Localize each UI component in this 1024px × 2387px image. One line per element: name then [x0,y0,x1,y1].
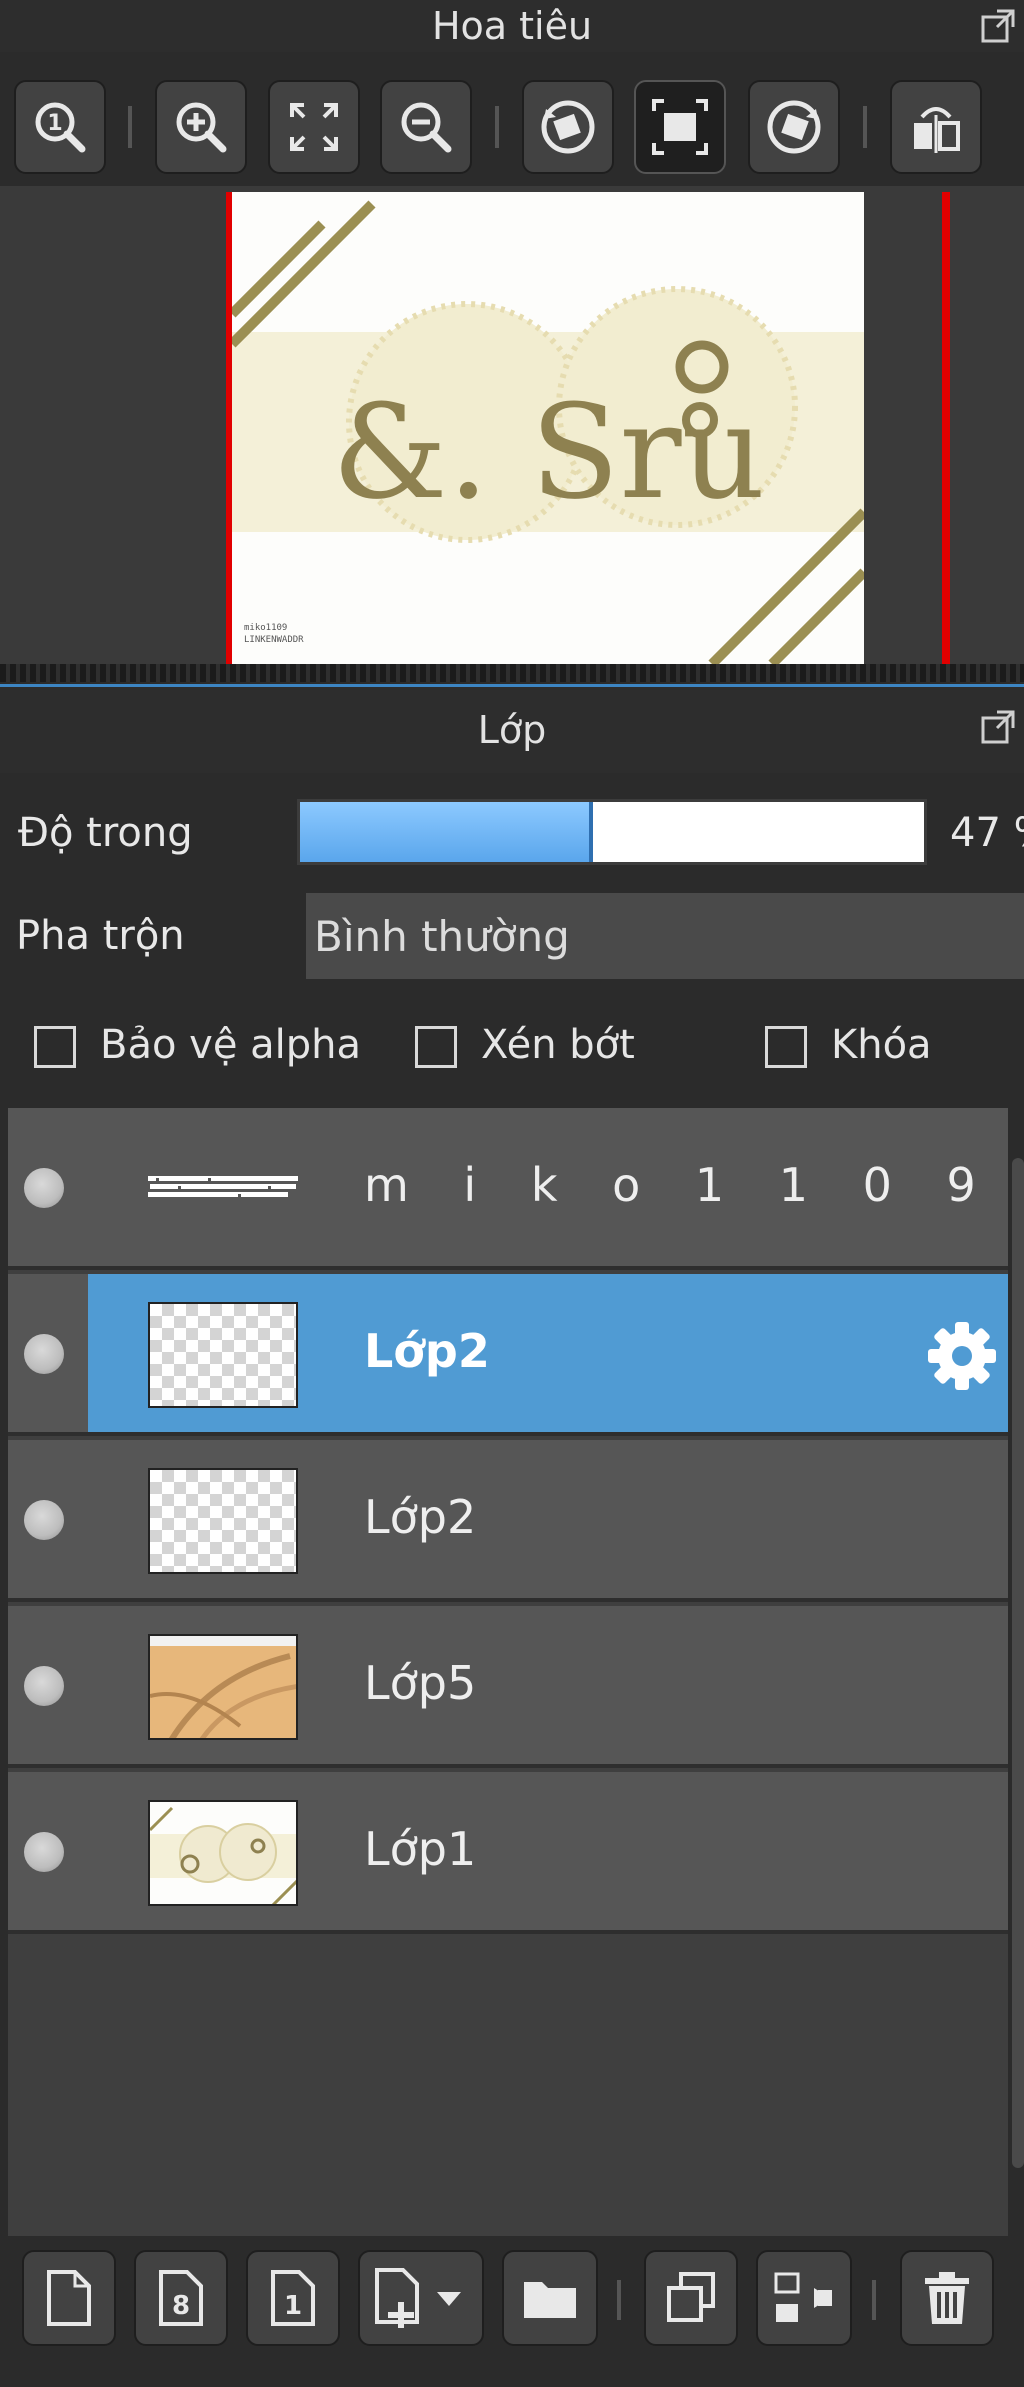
canvas-artwork: &. Sru miko1109 LINKENWADDR [232,192,864,664]
frame-icon [652,99,708,155]
layer-thumbnail [148,1800,298,1906]
opacity-slider-fill [300,802,594,862]
protect-alpha-label: Bảo vệ alpha [100,1022,362,1068]
layer-name[interactable]: m i k o 1 1 0 9 [364,1158,996,1212]
opacity-value: 47 % [950,810,1024,856]
layer-row[interactable]: Lớp1 [8,1772,1008,1934]
layer-list-scrollbar[interactable] [1012,1158,1024,2168]
layer-thumbnail [148,1136,298,1242]
svg-text:1: 1 [47,111,62,136]
toolbar-separator [128,106,132,148]
layer-list: m i k o 1 1 0 9 Lớp2 Lớp2 Lớp5 Lớp1 [8,1108,1008,2236]
layer-thumbnail [148,1468,298,1574]
rotate-right-icon [767,100,821,154]
layers-title: Lớp [477,708,547,752]
navigator-title: Hoa tiêu [431,4,593,48]
rotate-right-button[interactable] [748,80,840,174]
zoom-out-button[interactable] [380,80,472,174]
canvas-title-text: &. Sru [332,376,765,528]
layer-thumbnail [148,1302,298,1408]
toolbar-separator [617,2280,621,2320]
layer-row[interactable]: Lớp5 [8,1606,1008,1768]
zoom-in-icon [176,102,227,153]
canvas-edge-right [942,192,950,664]
layer-row-selected[interactable]: Lớp2 [8,1274,1008,1436]
add-layer-menu-button[interactable] [358,2250,484,2346]
canvas-caption-2: LINKENWADDR [244,635,304,645]
visibility-toggle-icon[interactable] [24,1832,64,1872]
navigator-toolbar [0,52,1024,186]
opacity-slider[interactable] [297,799,927,865]
svg-text:1: 1 [284,2291,302,2321]
text-layer-thumb-icon [148,1176,298,1197]
reset-view-button[interactable] [634,80,726,174]
artwork-thumb-icon [150,1802,296,1904]
layer-name[interactable]: Lớp1 [364,1822,476,1876]
rotate-left-button[interactable] [522,80,614,174]
gear-icon[interactable] [924,1318,1000,1394]
merge-icon [774,2272,832,2322]
blend-mode-label: Pha trộn [16,913,185,959]
new-1bit-layer-button[interactable]: 1 [246,2250,340,2346]
merge-down-button[interactable] [756,2250,852,2346]
visibility-toggle-icon[interactable] [24,1666,64,1706]
pop-out-icon[interactable] [980,8,1016,44]
visibility-toggle-icon[interactable] [24,1500,64,1540]
flip-icon [914,107,960,153]
layer-name[interactable]: Lớp2 [364,1490,476,1544]
fit-to-window-button[interactable] [268,80,360,174]
delete-layer-button[interactable] [900,2250,994,2346]
layers-header: Lớp [0,687,1024,773]
page-add-dropdown-icon [375,2268,461,2328]
folder-icon [524,2282,576,2318]
toolbar-separator [872,2280,876,2320]
lock-label: Khóa [831,1022,932,1068]
zoom-in-button[interactable] [155,80,247,174]
page-8-icon: 8 [159,2270,203,2326]
blend-mode-select[interactable]: Bình thường [306,893,1024,979]
svg-text:8: 8 [172,2291,190,2321]
zoom-1-icon: 1 [35,102,86,153]
layer-row[interactable]: Lớp2 [8,1440,1008,1602]
duplicate-icon [667,2272,715,2322]
clipping-label: Xén bớt [481,1022,635,1068]
zoom-out-icon [401,102,452,153]
toolbar-separator [863,106,867,148]
flip-horizontal-button[interactable] [890,80,982,174]
lock-checkbox[interactable] [765,1026,807,1068]
layer-name[interactable]: Lớp2 [364,1324,490,1378]
page-1-icon: 1 [271,2270,315,2326]
canvas-thumbnail: &. Sru miko1109 LINKENWADDR [232,192,864,664]
panel-splitter[interactable] [0,664,1024,682]
duplicate-layer-button[interactable] [644,2250,738,2346]
opacity-label: Độ trong [18,810,193,856]
visibility-toggle-icon[interactable] [24,1334,64,1374]
blend-mode-value: Bình thường [314,911,570,961]
protect-alpha-checkbox[interactable] [34,1026,76,1068]
layer-toolbar: 8 1 [0,2236,1024,2387]
visibility-toggle-icon[interactable] [24,1168,64,1208]
new-folder-button[interactable] [502,2250,598,2346]
clipping-checkbox[interactable] [415,1026,457,1068]
canvas-caption-1: miko1109 [244,623,287,633]
rotate-left-icon [541,100,595,154]
navigator-preview[interactable]: &. Sru miko1109 LINKENWADDR [0,186,1024,664]
layer-name[interactable]: Lớp5 [364,1656,476,1710]
pop-out-icon[interactable] [980,709,1016,745]
fit-icon [290,103,338,151]
toolbar-separator [495,106,499,148]
layer-thumbnail [148,1634,298,1740]
zoom-actual-size-button[interactable]: 1 [14,80,106,174]
photo-thumb-icon [150,1636,296,1738]
navigator-header: Hoa tiêu [0,0,1024,52]
new-layer-button[interactable] [22,2250,116,2346]
layer-row[interactable]: m i k o 1 1 0 9 [8,1108,1008,1270]
new-8bit-layer-button[interactable]: 8 [134,2250,228,2346]
page-icon [47,2270,91,2326]
trash-icon [925,2272,969,2324]
